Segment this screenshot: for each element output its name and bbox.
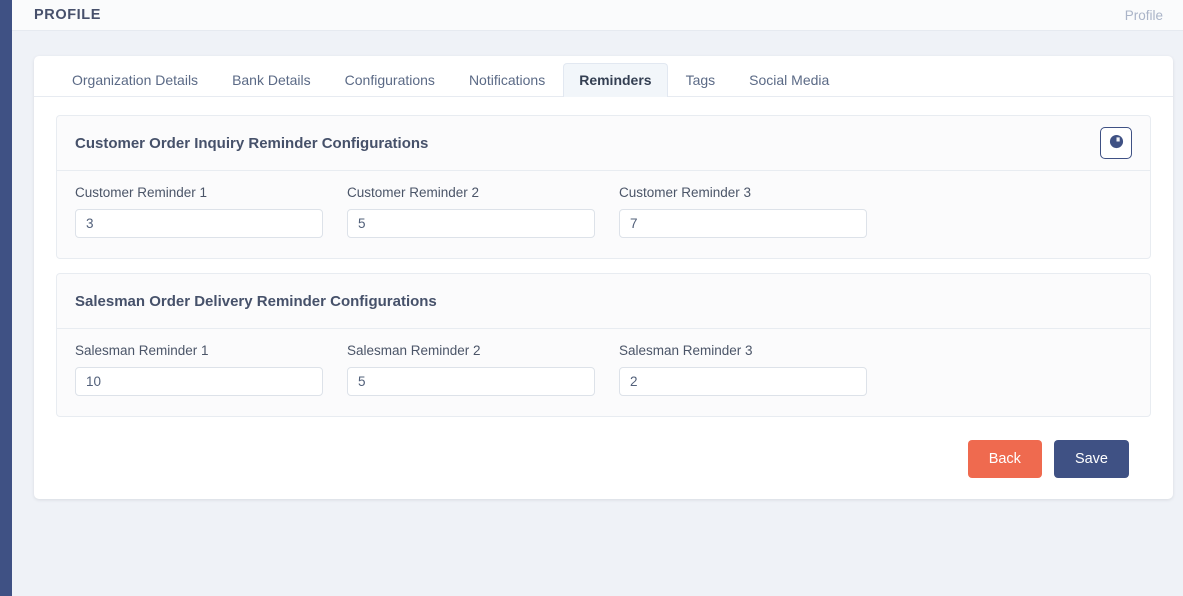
- salesman-reminder-panel-header: Salesman Order Delivery Reminder Configu…: [57, 274, 1150, 330]
- salesman-reminder-2-input[interactable]: [347, 367, 595, 397]
- page-title: PROFILE: [34, 7, 102, 23]
- field-salesman-reminder-2-label: Salesman Reminder 2: [347, 343, 481, 359]
- sidebar-rail: [0, 0, 12, 596]
- salesman-reminder-1-input[interactable]: [75, 367, 323, 397]
- field-salesman-reminder-1-label: Salesman Reminder 1: [75, 343, 209, 359]
- tab-organization-details[interactable]: Organization Details: [56, 63, 214, 97]
- field-customer-reminder-3: Customer Reminder 3: [619, 185, 867, 239]
- tab-reminders[interactable]: Reminders: [563, 63, 668, 97]
- salesman-reminder-panel-title: Salesman Order Delivery Reminder Configu…: [75, 292, 437, 310]
- clock-history-icon: [1109, 134, 1124, 152]
- field-customer-reminder-1: Customer Reminder 1: [75, 185, 323, 239]
- page-content: Organization Details Bank Details Config…: [12, 31, 1183, 596]
- salesman-reminder-3-input[interactable]: [619, 367, 867, 397]
- tab-bar: Organization Details Bank Details Config…: [34, 56, 1173, 97]
- field-salesman-reminder-3-label: Salesman Reminder 3: [619, 343, 753, 359]
- salesman-reminder-fields: Salesman Reminder 1 Salesman Reminder 2 …: [57, 329, 1150, 416]
- field-customer-reminder-3-label: Customer Reminder 3: [619, 185, 752, 200]
- tab-notifications[interactable]: Notifications: [453, 63, 561, 97]
- customer-reminder-1-input[interactable]: [75, 209, 323, 239]
- tab-configurations[interactable]: Configurations: [329, 63, 451, 97]
- field-salesman-reminder-3: Salesman Reminder 3: [619, 343, 867, 397]
- customer-reminder-3-input[interactable]: [619, 209, 867, 239]
- field-salesman-reminder-2: Salesman Reminder 2: [347, 343, 595, 397]
- tab-bank-details[interactable]: Bank Details: [216, 63, 327, 97]
- top-bar: PROFILE Profile: [12, 0, 1183, 31]
- save-button[interactable]: Save: [1053, 440, 1129, 479]
- field-customer-reminder-2-label: Customer Reminder 2: [347, 185, 480, 200]
- tab-tags[interactable]: Tags: [670, 63, 732, 97]
- breadcrumb: Profile: [1124, 7, 1163, 23]
- field-customer-reminder-1-label: Customer Reminder 1: [75, 185, 208, 200]
- customer-reminder-panel: Customer Order Inquiry Reminder Configur…: [56, 115, 1151, 260]
- profile-card: Organization Details Bank Details Config…: [34, 56, 1173, 499]
- customer-reminder-panel-title: Customer Order Inquiry Reminder Configur…: [75, 134, 429, 152]
- tab-social-media[interactable]: Social Media: [733, 63, 845, 97]
- reminder-history-button[interactable]: [1100, 127, 1132, 159]
- field-salesman-reminder-1: Salesman Reminder 1: [75, 343, 323, 397]
- customer-reminder-panel-header: Customer Order Inquiry Reminder Configur…: [57, 116, 1150, 171]
- customer-reminder-2-input[interactable]: [347, 209, 595, 239]
- back-button[interactable]: Back: [967, 440, 1042, 479]
- salesman-reminder-panel: Salesman Order Delivery Reminder Configu…: [56, 273, 1151, 418]
- customer-reminder-fields: Customer Reminder 1 Customer Reminder 2 …: [57, 171, 1150, 258]
- form-actions: Back Save: [56, 431, 1151, 479]
- field-customer-reminder-2: Customer Reminder 2: [347, 185, 595, 239]
- reminders-panel-container: Customer Order Inquiry Reminder Configur…: [34, 97, 1173, 479]
